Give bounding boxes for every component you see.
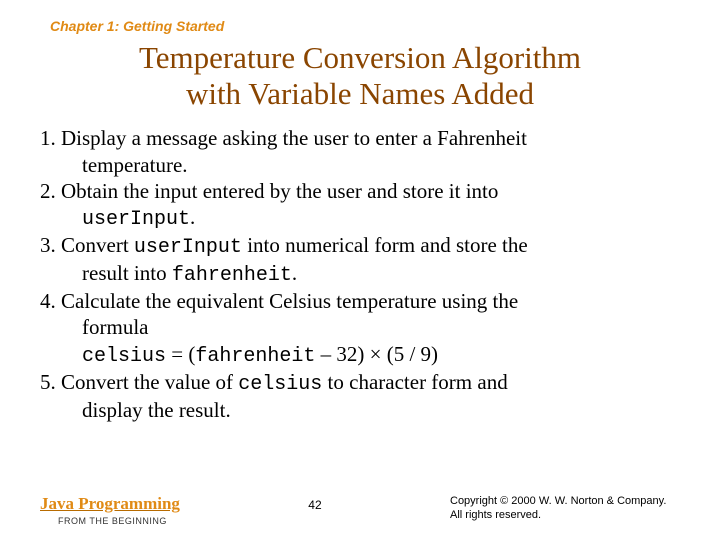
step-3-pre: 3. Convert bbox=[40, 233, 134, 257]
step-4: 4. Calculate the equivalent Celsius temp… bbox=[40, 288, 680, 314]
step-3-post: into numerical form and store the bbox=[242, 233, 528, 257]
footer: Java Programming FROM THE BEGINNING 42 C… bbox=[40, 494, 680, 526]
step-5-pre: 5. Convert the value of bbox=[40, 370, 238, 394]
copyright-line-1: Copyright © 2000 W. W. Norton & Company. bbox=[450, 495, 666, 507]
code-userinput-2: userInput bbox=[134, 236, 242, 259]
copyright-line-2: All rights reserved. bbox=[450, 509, 541, 521]
step-4-cont: formula bbox=[40, 314, 680, 340]
step-1: 1. Display a message asking the user to … bbox=[40, 125, 680, 151]
title-line-1: Temperature Conversion Algorithm bbox=[139, 40, 581, 75]
step-3b-tail: . bbox=[292, 261, 297, 285]
step-2-line-1: 2. Obtain the input entered by the user … bbox=[40, 179, 498, 203]
step-5-cont: display the result. bbox=[40, 397, 680, 423]
step-2: 2. Obtain the input entered by the user … bbox=[40, 178, 680, 204]
copyright: Copyright © 2000 W. W. Norton & Company.… bbox=[450, 494, 680, 523]
algorithm-steps: 1. Display a message asking the user to … bbox=[40, 125, 680, 423]
code-fahrenheit-2: fahrenheit bbox=[195, 345, 315, 368]
code-userinput: userInput bbox=[82, 208, 190, 231]
step-2-cont: userInput. bbox=[40, 204, 680, 232]
step-3: 3. Convert userInput into numerical form… bbox=[40, 232, 680, 260]
code-celsius: celsius bbox=[82, 345, 166, 368]
book-block: Java Programming FROM THE BEGINNING bbox=[40, 494, 180, 526]
step-4-line-1: 4. Calculate the equivalent Celsius temp… bbox=[40, 289, 518, 313]
formula-rest: – 32) × (5 / 9) bbox=[315, 342, 438, 366]
step-2-tail: . bbox=[190, 205, 195, 229]
chapter-label: Chapter 1: Getting Started bbox=[50, 18, 680, 34]
book-subtitle: FROM THE BEGINNING bbox=[58, 516, 167, 526]
page-number: 42 bbox=[308, 498, 321, 512]
step-4-formula: celsius = (fahrenheit – 32) × (5 / 9) bbox=[40, 341, 680, 369]
formula-eq-open: = ( bbox=[166, 342, 195, 366]
step-5-post: to character form and bbox=[322, 370, 507, 394]
code-fahrenheit: fahrenheit bbox=[172, 264, 292, 287]
step-3b-pre: result into bbox=[82, 261, 172, 285]
title-line-2: with Variable Names Added bbox=[186, 76, 534, 111]
step-3-cont: result into fahrenheit. bbox=[40, 260, 680, 288]
step-1-line-1: 1. Display a message asking the user to … bbox=[40, 126, 527, 150]
slide-title: Temperature Conversion Algorithm with Va… bbox=[40, 40, 680, 111]
step-1-cont: temperature. bbox=[40, 152, 680, 178]
code-celsius-2: celsius bbox=[238, 373, 322, 396]
book-title: Java Programming bbox=[40, 494, 180, 514]
step-5: 5. Convert the value of celsius to chara… bbox=[40, 369, 680, 397]
